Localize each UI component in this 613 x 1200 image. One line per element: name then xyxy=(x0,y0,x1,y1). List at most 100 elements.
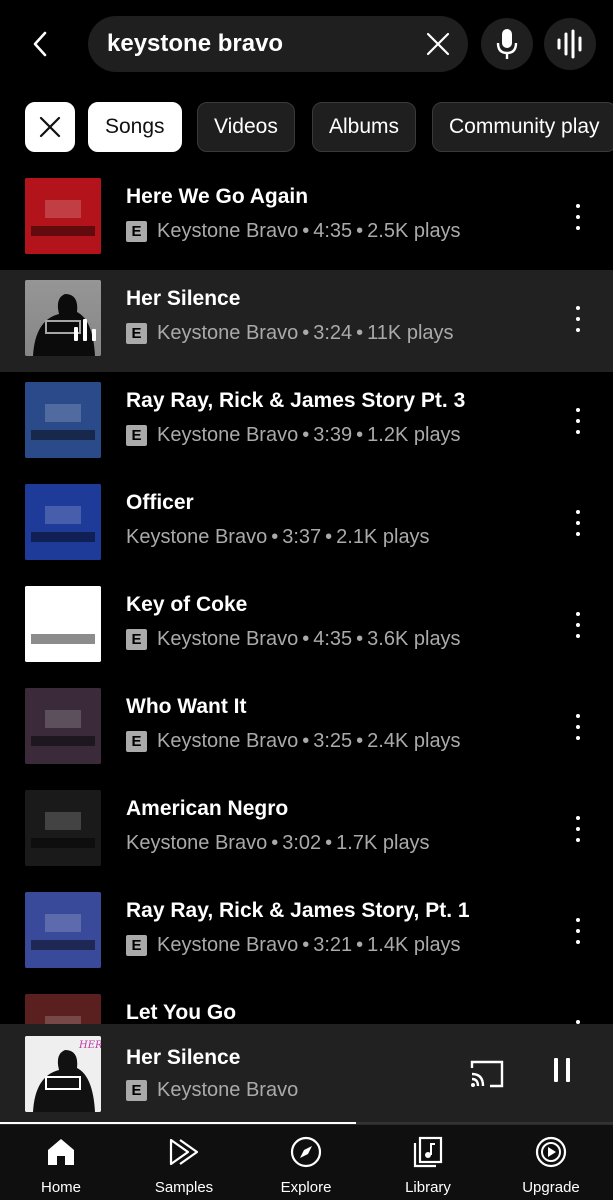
library-icon xyxy=(378,1133,478,1171)
home-icon xyxy=(11,1133,111,1171)
more-vertical-icon[interactable] xyxy=(568,510,588,536)
song-meta: Keystone Bravo • 3:02 • 1.7K plays xyxy=(126,832,430,855)
back-arrow-icon[interactable] xyxy=(22,26,58,62)
separator-dot: • xyxy=(356,220,364,242)
song-artwork xyxy=(25,178,101,254)
mini-player[interactable]: HER Her Silence E Keystone Bravo xyxy=(0,1024,613,1124)
separator-dot: • xyxy=(356,424,364,446)
song-duration: 4:35 xyxy=(313,220,353,242)
song-duration: 3:25 xyxy=(313,730,353,752)
nav-library[interactable]: Library xyxy=(378,1133,478,1197)
chip-videos[interactable]: Videos xyxy=(197,102,295,152)
explicit-badge: E xyxy=(126,731,147,752)
song-meta: E Keystone Bravo • 3:21 • 1.4K plays xyxy=(126,934,461,957)
compass-icon xyxy=(256,1133,356,1171)
search-input[interactable]: keystone bravo xyxy=(107,16,283,72)
song-plays: 3.6K plays xyxy=(367,628,461,650)
song-artwork xyxy=(25,892,101,968)
nav-explore[interactable]: Explore xyxy=(256,1133,356,1197)
more-vertical-icon[interactable] xyxy=(568,204,588,230)
more-vertical-icon[interactable] xyxy=(568,816,588,842)
bottom-nav: Home Samples Explore Library Upgrade xyxy=(0,1124,613,1200)
song-title: Ray Ray, Rick & James Story, Pt. 1 xyxy=(126,899,470,922)
nav-upgrade-label: Upgrade xyxy=(522,1179,580,1196)
pause-icon[interactable] xyxy=(548,1058,576,1090)
song-row[interactable]: Key of Coke E Keystone Bravo • 4:35 • 3.6K… xyxy=(0,576,613,678)
more-vertical-icon[interactable] xyxy=(568,408,588,434)
explicit-badge: E xyxy=(126,935,147,956)
separator-dot: • xyxy=(271,832,279,854)
chip-albums[interactable]: Albums xyxy=(312,102,417,152)
separator-dot: • xyxy=(302,934,310,956)
song-meta: E Keystone Bravo • 4:35 • 3.6K plays xyxy=(126,628,461,651)
song-artwork xyxy=(25,994,101,1024)
song-meta: E Keystone Bravo • 3:24 • 11K plays xyxy=(126,322,454,345)
song-meta: E Keystone Bravo • 3:25 • 2.4K plays xyxy=(126,730,461,753)
separator-dot: • xyxy=(356,628,364,650)
clear-filter-chip[interactable] xyxy=(25,102,75,152)
audio-wave-icon[interactable] xyxy=(544,18,596,70)
cast-icon[interactable] xyxy=(468,1058,506,1090)
separator-dot: • xyxy=(302,322,310,344)
song-meta: E Keystone Bravo • 3:39 • 1.2K plays xyxy=(126,424,461,447)
nav-samples-label: Samples xyxy=(154,1179,214,1196)
explicit-badge: E xyxy=(126,425,147,446)
song-artwork xyxy=(25,688,101,764)
explicit-badge: E xyxy=(126,1080,147,1101)
song-title: Ray Ray, Rick & James Story Pt. 3 xyxy=(126,389,466,412)
song-plays: 1.7K plays xyxy=(336,832,430,854)
song-title: Here We Go Again xyxy=(126,185,309,208)
clear-search-icon[interactable] xyxy=(422,28,454,60)
song-artist: Keystone Bravo xyxy=(157,730,299,752)
song-title: Her Silence xyxy=(126,287,241,310)
song-title: Who Want It xyxy=(126,695,247,718)
song-plays: 2.4K plays xyxy=(367,730,461,752)
more-vertical-icon[interactable] xyxy=(568,306,588,332)
song-artist: Keystone Bravo xyxy=(126,526,268,548)
song-duration: 4:35 xyxy=(313,628,353,650)
song-duration: 3:21 xyxy=(313,934,353,956)
song-row[interactable]: Ray Ray, Rick & James Story Pt. 3 E Keysto… xyxy=(0,372,613,474)
song-title: Officer xyxy=(126,491,194,514)
song-duration: 3:37 xyxy=(282,526,322,548)
svg-text:HER: HER xyxy=(78,1040,101,1051)
now-playing-artwork: HER xyxy=(25,1036,101,1112)
separator-dot: • xyxy=(325,832,333,854)
separator-dot: • xyxy=(356,730,364,752)
song-artwork xyxy=(25,382,101,458)
song-row[interactable]: Here We Go Again E Keystone Bravo • 4:35 •… xyxy=(0,168,613,270)
now-playing-meta: E Keystone Bravo xyxy=(126,1079,298,1102)
microphone-icon[interactable] xyxy=(481,18,533,70)
separator-dot: • xyxy=(271,526,279,548)
separator-dot: • xyxy=(356,934,364,956)
song-title: Key of Coke xyxy=(126,593,248,616)
song-artwork xyxy=(25,484,101,560)
chip-songs[interactable]: Songs xyxy=(88,102,182,152)
more-vertical-icon[interactable] xyxy=(568,918,588,944)
song-title: Let You Go xyxy=(126,1001,237,1024)
search-box[interactable]: keystone bravo xyxy=(88,16,468,72)
more-vertical-icon[interactable] xyxy=(568,612,588,638)
song-row[interactable]: Her Silence E Keystone Bravo • 3:24 • 11K … xyxy=(0,270,613,372)
nav-home-label: Home xyxy=(40,1179,81,1196)
song-row[interactable]: American Negro Keystone Bravo • 3:02 • 1.… xyxy=(0,780,613,882)
song-artist: Keystone Bravo xyxy=(157,628,299,650)
chip-community-playlists[interactable]: Community play xyxy=(432,102,613,152)
more-vertical-icon[interactable] xyxy=(568,714,588,740)
song-list: Here We Go Again E Keystone Bravo • 4:35 •… xyxy=(0,168,613,1024)
song-row[interactable]: Ray Ray, Rick & James Story, Pt. 1 E Keyst… xyxy=(0,882,613,984)
nav-upgrade[interactable]: Upgrade xyxy=(501,1133,601,1197)
nav-samples[interactable]: Samples xyxy=(134,1133,234,1197)
song-row[interactable]: Let You Go xyxy=(0,984,613,1024)
explicit-badge: E xyxy=(126,629,147,650)
song-plays: 2.1K plays xyxy=(336,526,430,548)
song-row[interactable]: Who Want It E Keystone Bravo • 3:25 • 2.4K… xyxy=(0,678,613,780)
samples-icon xyxy=(134,1133,234,1171)
search-header: keystone bravo xyxy=(0,0,613,90)
song-artist: Keystone Bravo xyxy=(157,424,299,446)
nav-home[interactable]: Home xyxy=(11,1133,111,1197)
separator-dot: • xyxy=(302,424,310,446)
upgrade-play-icon xyxy=(501,1133,601,1171)
song-plays: 1.2K plays xyxy=(367,424,461,446)
song-row[interactable]: Officer Keystone Bravo • 3:37 • 2.1K play… xyxy=(0,474,613,576)
